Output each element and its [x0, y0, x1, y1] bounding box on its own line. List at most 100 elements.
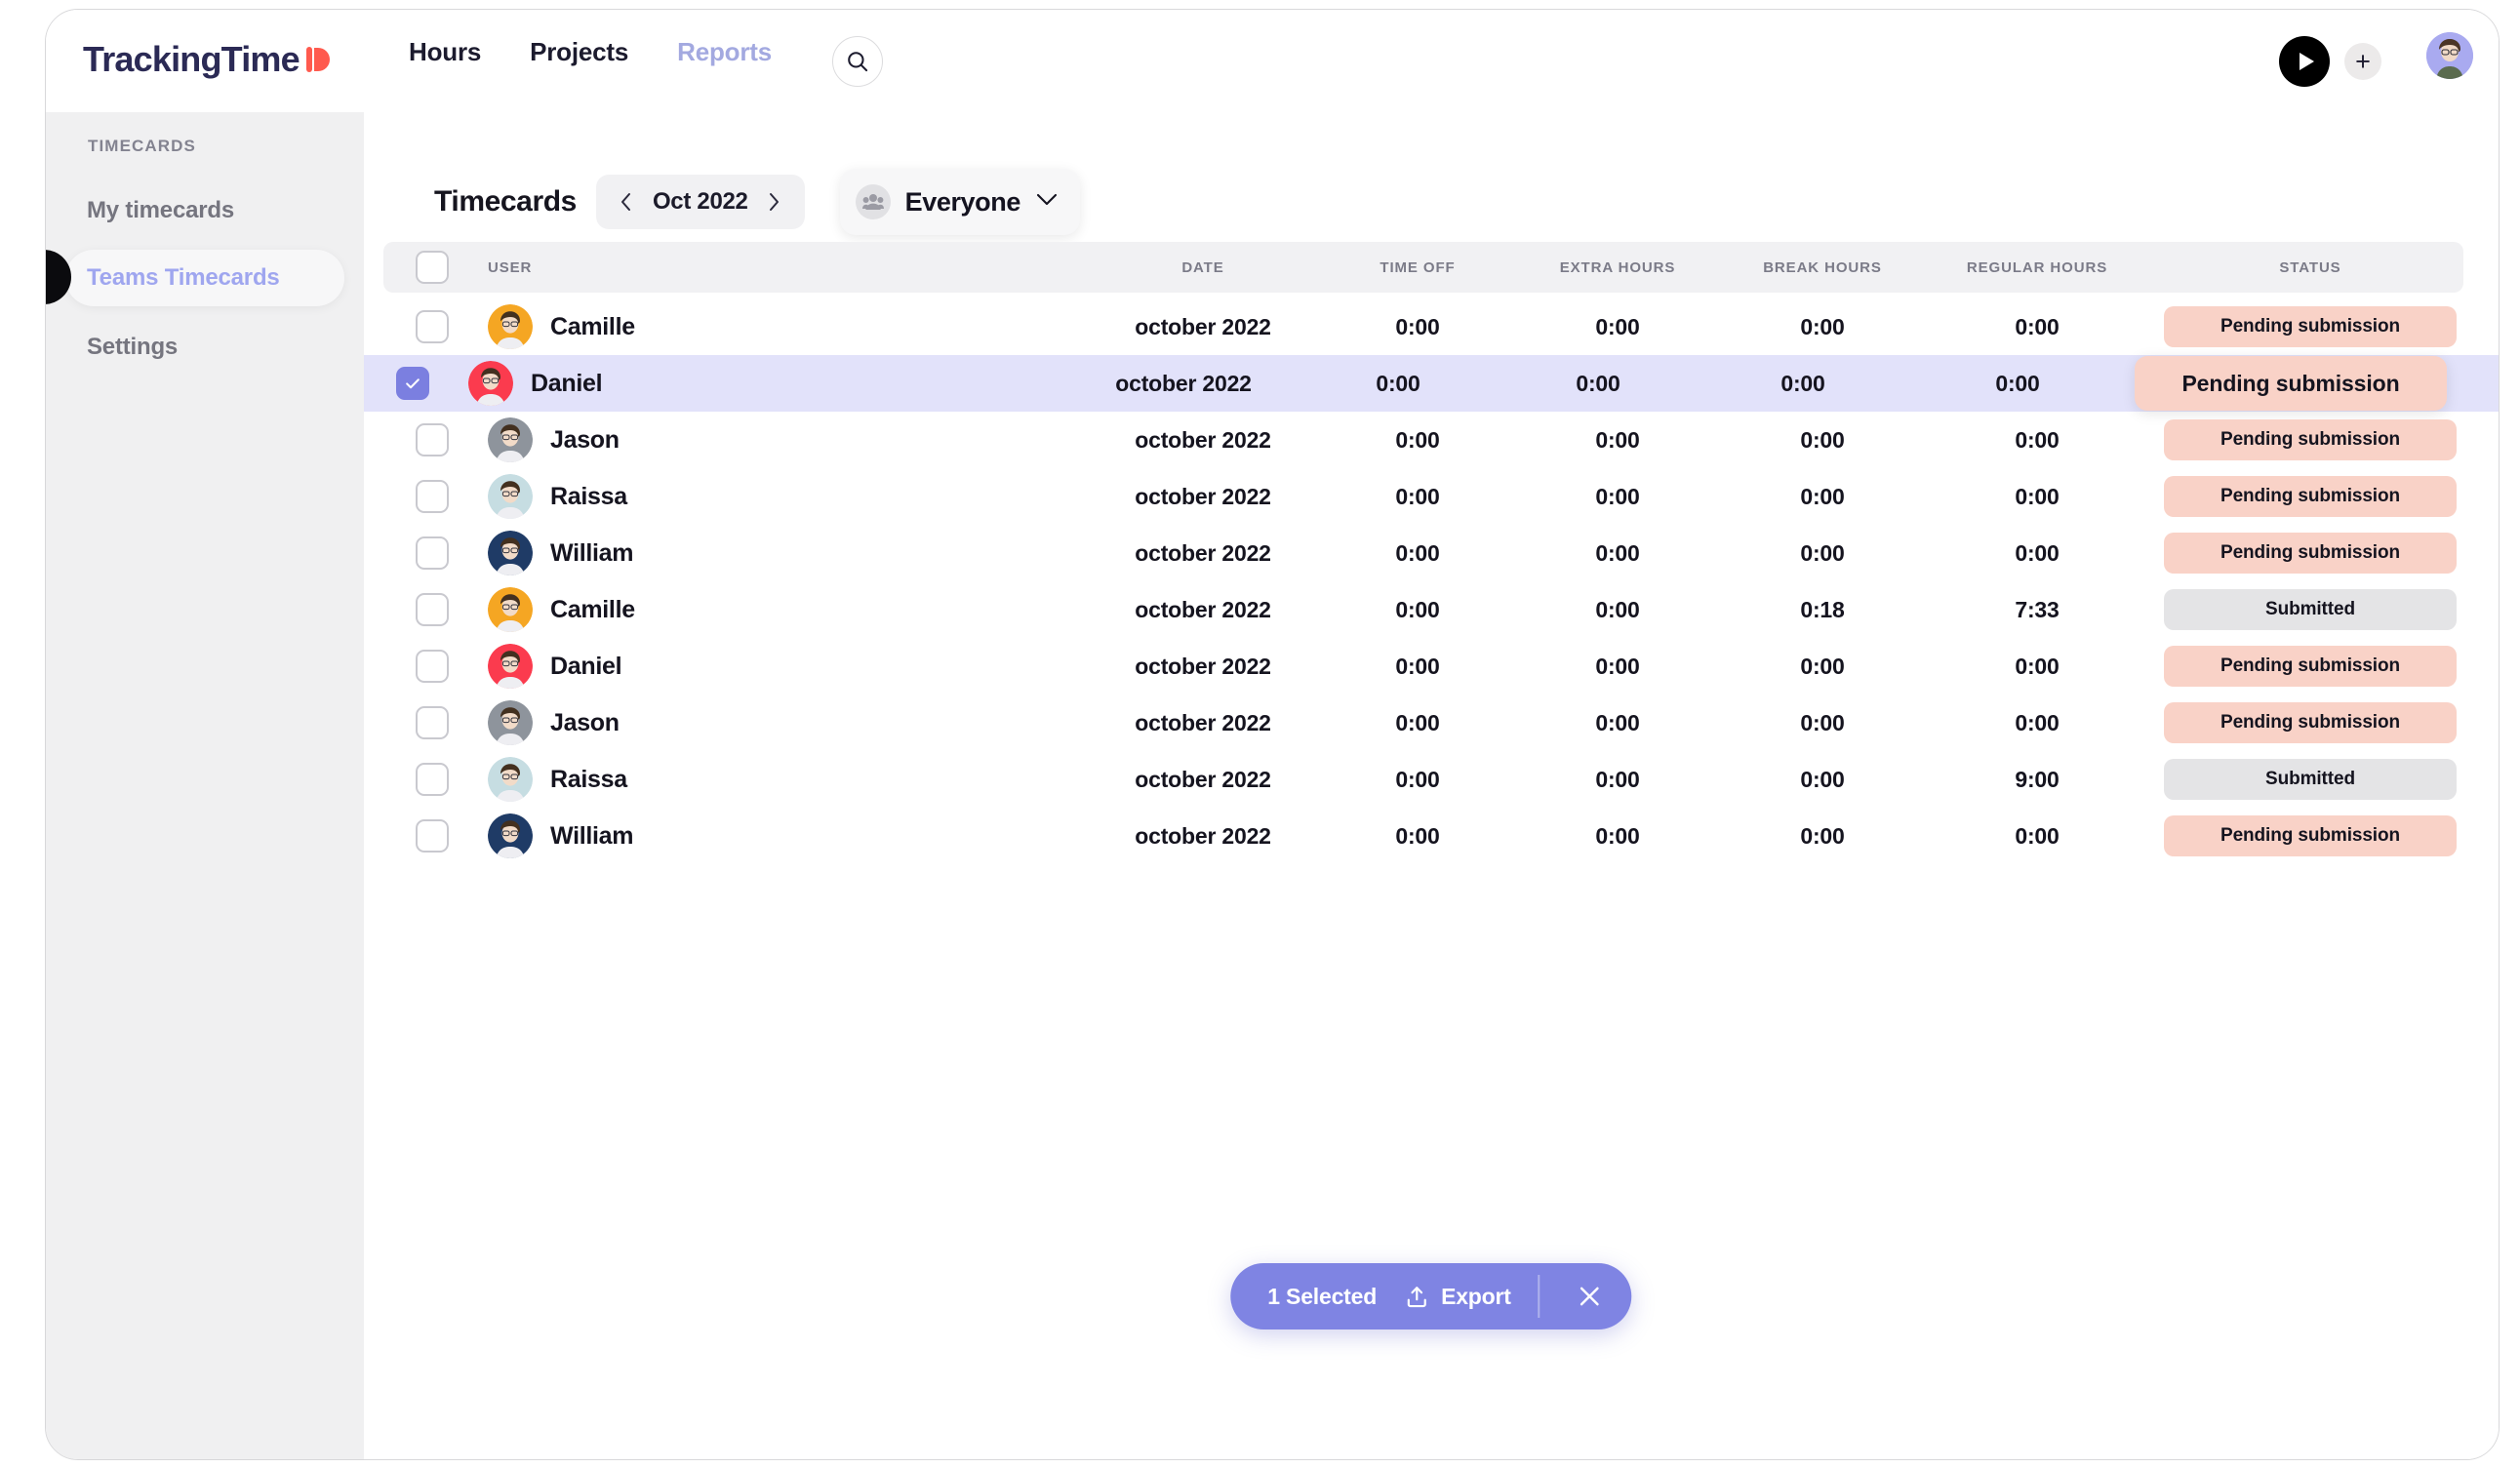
- nav-link-reports[interactable]: Reports: [677, 37, 772, 67]
- sidebar-collapse-icon[interactable]: [46, 250, 71, 304]
- user-cell: Camille: [488, 298, 635, 355]
- brand-name: TrackingTime: [83, 39, 300, 79]
- user-name: Raissa: [550, 765, 627, 793]
- table-row[interactable]: Raissa october 2022 0:00 0:00 0:00 9:00 Submit…: [383, 751, 2499, 808]
- column-header-user[interactable]: USER: [488, 242, 532, 293]
- table-row[interactable]: Daniel october 2022 0:00 0:00 0:00 0:00 Pendin…: [383, 638, 2499, 694]
- time-off-cell: 0:00: [1395, 822, 1440, 849]
- row-checkbox[interactable]: [416, 706, 449, 739]
- sidebar-item-settings[interactable]: Settings: [65, 319, 344, 376]
- search-button[interactable]: [832, 36, 883, 87]
- table-row[interactable]: Camille october 2022 0:00 0:00 0:18 7:33 Submi…: [383, 581, 2499, 638]
- avatar-image-raissa: [488, 757, 533, 802]
- avatar[interactable]: [2426, 32, 2473, 79]
- selection-action-bar: 1 Selected Export: [1230, 1263, 1632, 1329]
- break-hours-cell: 0:00: [1800, 822, 1845, 849]
- extra-hours-cell: 0:00: [1595, 313, 1640, 339]
- row-checkbox-cell: [416, 751, 468, 808]
- user-cell: Raissa: [488, 468, 627, 525]
- status-badge[interactable]: Pending submission: [2164, 476, 2457, 517]
- table-row[interactable]: Daniel october 2022 0:00 0:00 0:00 0:00 Pendin…: [364, 355, 2499, 412]
- table-row[interactable]: Jason october 2022 0:00 0:00 0:00 0:00 Pending…: [383, 694, 2499, 751]
- extra-hours-cell: 0:00: [1595, 426, 1640, 453]
- status-badge[interactable]: Submitted: [2164, 759, 2457, 800]
- avatar-image-daniel: [488, 644, 533, 689]
- row-checkbox[interactable]: [416, 423, 449, 456]
- add-button[interactable]: +: [2344, 43, 2381, 80]
- extra-hours-cell: 0:00: [1595, 822, 1640, 849]
- avatar-image-camille: [488, 587, 533, 632]
- column-header-date[interactable]: DATE: [1086, 242, 1320, 293]
- column-header-break-hours[interactable]: BREAK HOURS: [1720, 242, 1925, 293]
- regular-hours-cell: 0:00: [2015, 653, 2060, 679]
- status-badge[interactable]: Pending submission: [2135, 356, 2447, 411]
- chevron-left-icon[interactable]: [610, 185, 643, 218]
- row-checkbox[interactable]: [416, 536, 449, 570]
- table-body: Camille october 2022 0:00 0:00 0:00 0:00 Pendi…: [364, 298, 2499, 864]
- nav-link-hours[interactable]: Hours: [409, 37, 481, 67]
- regular-hours-cell: 0:00: [2015, 822, 2060, 849]
- column-header-regular-hours[interactable]: REGULAR HOURS: [1925, 242, 2149, 293]
- sidebar-item-teams-timecards[interactable]: Teams Timecards: [65, 250, 344, 306]
- column-header-extra-hours[interactable]: EXTRA HOURS: [1515, 242, 1720, 293]
- status-badge[interactable]: Pending submission: [2164, 419, 2457, 460]
- nav-link-projects[interactable]: Projects: [530, 37, 628, 67]
- close-selection-button[interactable]: [1568, 1274, 1613, 1319]
- sidebar-item-my-timecards[interactable]: My timecards: [65, 182, 344, 239]
- row-checkbox[interactable]: [416, 650, 449, 683]
- table-header-row: USER DATE TIME OFF EXTRA HOURS BREAK HOU…: [383, 242, 2463, 293]
- table-row[interactable]: Raissa october 2022 0:00 0:00 0:00 0:00 Pendin…: [383, 468, 2499, 525]
- status-cell: Pending submission: [2149, 694, 2471, 751]
- break-hours-cell: 0:00: [1800, 426, 1845, 453]
- row-checkbox[interactable]: [416, 819, 449, 853]
- app-window: TrackingTime Hours Projects Reports + TI…: [45, 9, 2500, 1460]
- avatar: [468, 361, 513, 406]
- user-avatar-icon: [2426, 32, 2473, 79]
- chevron-right-icon[interactable]: [758, 185, 791, 218]
- team-filter-dropdown[interactable]: Everyone: [839, 169, 1080, 235]
- user-name: William: [550, 538, 634, 567]
- status-badge[interactable]: Pending submission: [2164, 702, 2457, 743]
- break-hours-cell: 0:00: [1800, 653, 1845, 679]
- brand-logo[interactable]: TrackingTime: [83, 39, 332, 80]
- team-filter-value: Everyone: [904, 186, 1021, 217]
- export-button[interactable]: Export: [1404, 1284, 1511, 1310]
- select-all-checkbox[interactable]: [416, 251, 449, 284]
- time-off-cell: 0:00: [1395, 653, 1440, 679]
- sidebar-section-label: TIMECARDS: [88, 137, 196, 155]
- avatar-image-daniel: [468, 361, 513, 406]
- regular-hours-cell: 0:00: [2015, 483, 2060, 509]
- top-navigation-bar: TrackingTime Hours Projects Reports +: [46, 10, 2499, 112]
- avatar: [488, 587, 533, 632]
- table-row[interactable]: Camille october 2022 0:00 0:00 0:00 0:00 Pendi…: [383, 298, 2499, 355]
- date-cell: october 2022: [1135, 596, 1271, 622]
- break-hours-cell: 0:00: [1800, 539, 1845, 566]
- row-checkbox[interactable]: [416, 593, 449, 626]
- start-timer-button[interactable]: [2279, 36, 2330, 87]
- regular-hours-cell: 7:33: [2015, 596, 2060, 622]
- selected-count-label: 1 Selected: [1267, 1283, 1378, 1309]
- status-badge[interactable]: Pending submission: [2164, 646, 2457, 687]
- row-checkbox[interactable]: [396, 367, 429, 400]
- table-row[interactable]: William october 2022 0:00 0:00 0:00 0:00 Pendi…: [383, 525, 2499, 581]
- column-header-status[interactable]: STATUS: [2149, 242, 2471, 293]
- row-checkbox-cell: [396, 355, 449, 412]
- extra-hours-cell: 0:00: [1595, 709, 1640, 735]
- column-header-time-off[interactable]: TIME OFF: [1320, 242, 1515, 293]
- status-cell: Pending submission: [2149, 298, 2471, 355]
- select-all-checkbox-cell: [416, 242, 468, 293]
- status-badge[interactable]: Pending submission: [2164, 815, 2457, 856]
- status-badge[interactable]: Submitted: [2164, 589, 2457, 630]
- period-picker[interactable]: Oct 2022: [595, 175, 805, 229]
- status-badge[interactable]: Pending submission: [2164, 533, 2457, 574]
- row-checkbox[interactable]: [416, 763, 449, 796]
- row-checkbox[interactable]: [416, 480, 449, 513]
- status-badge[interactable]: Pending submission: [2164, 306, 2457, 347]
- avatar: [488, 474, 533, 519]
- row-checkbox-cell: [416, 525, 468, 581]
- row-checkbox[interactable]: [416, 310, 449, 343]
- table-row[interactable]: Jason october 2022 0:00 0:00 0:00 0:00 Pending…: [383, 412, 2499, 468]
- table-row[interactable]: William october 2022 0:00 0:00 0:00 0:00 Pendi…: [383, 808, 2499, 864]
- upload-icon: [1407, 1286, 1426, 1307]
- avatar-image-william: [488, 813, 533, 858]
